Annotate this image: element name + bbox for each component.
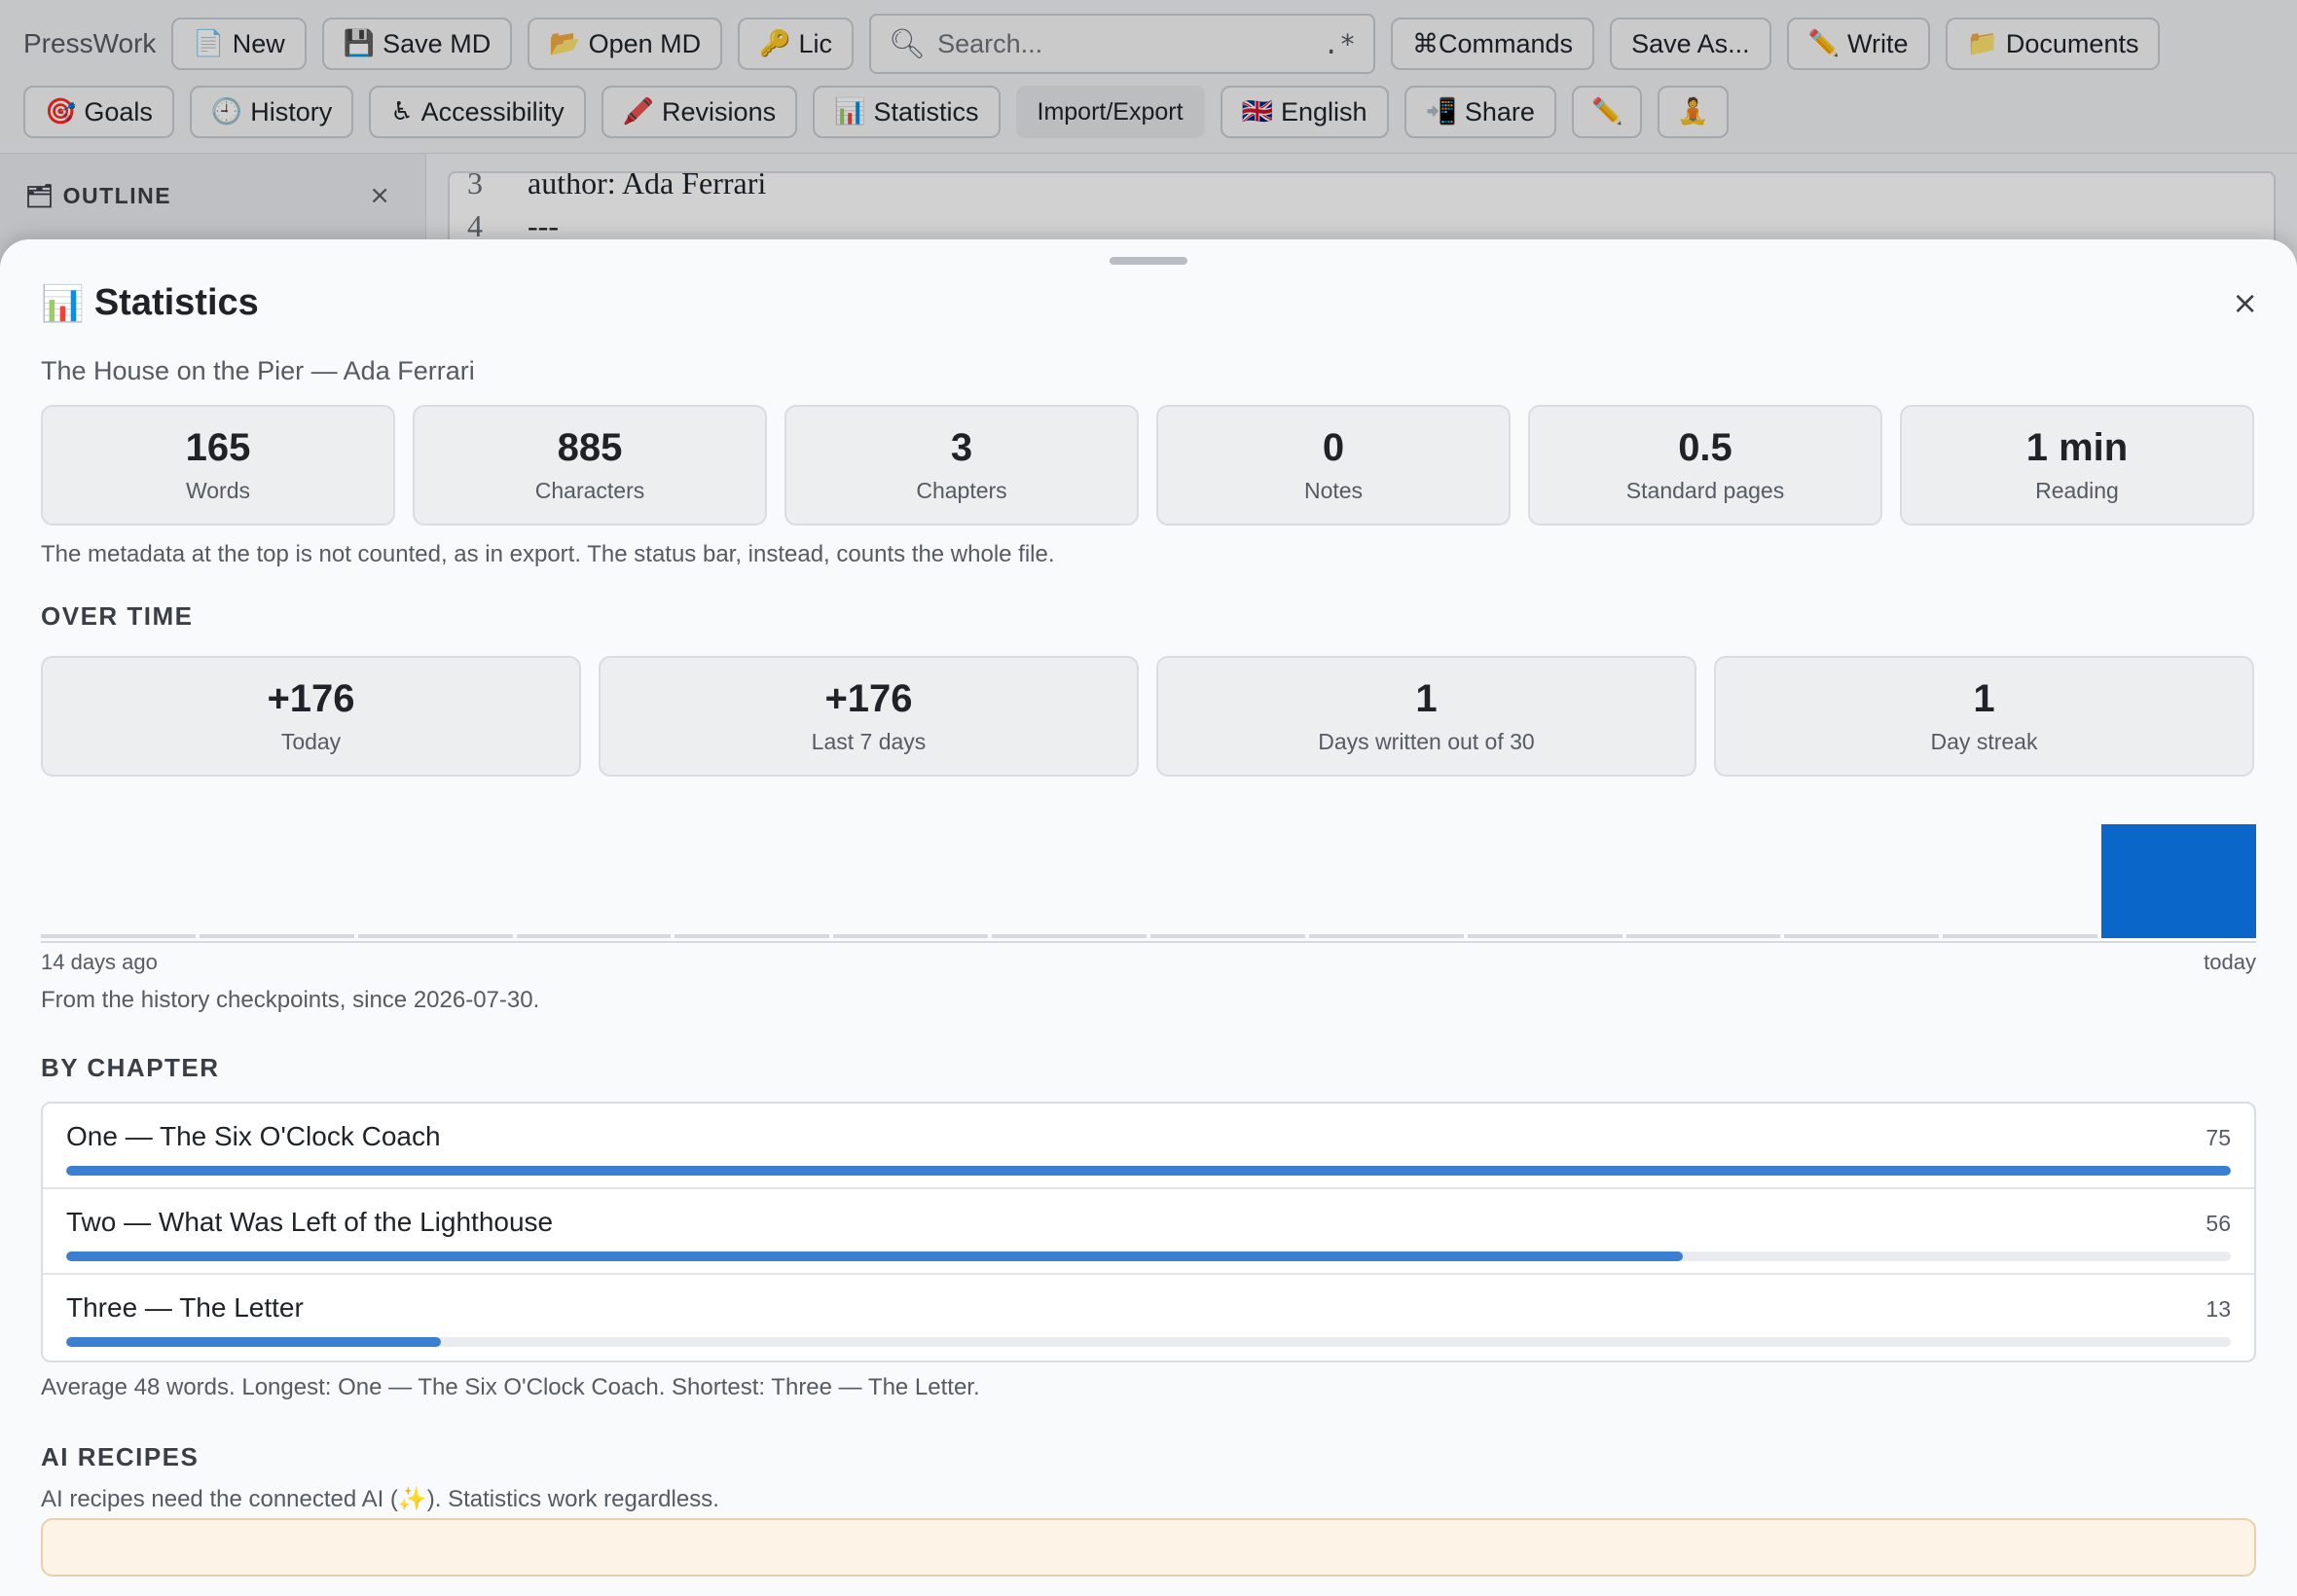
stat-value: 1 [1415, 677, 1438, 720]
chart-bar-empty [41, 934, 196, 938]
ai-recipes-note: AI recipes need the connected AI (✨). St… [41, 1486, 719, 1512]
sheet-title: 📊 Statistics [41, 282, 259, 324]
chapter-row[interactable]: Two — What Was Left of the Lighthouse 56 [43, 1189, 2254, 1275]
chapter-word-count: 13 [2206, 1296, 2231, 1322]
bar-chart-icon: 📊 [41, 283, 85, 324]
stat-value: 0.5 [1678, 426, 1732, 469]
stat-card: 0.5 Standard pages [1528, 405, 1882, 526]
stat-label: Reading [2035, 478, 2119, 503]
stat-value: 1 min [2025, 426, 2129, 469]
stat-card: 1 Day streak [1714, 656, 2254, 777]
chart-bar-empty [516, 934, 672, 938]
chapter-summary: Average 48 words. Longest: One — The Six… [41, 1374, 980, 1400]
chapter-name: Two — What Was Left of the Lighthouse [66, 1207, 554, 1237]
stat-value: +176 [824, 677, 913, 720]
chapter-bar-fill [66, 1251, 1683, 1261]
stat-value: 1 [1973, 677, 1995, 720]
stat-card: 3 Chapters [784, 405, 1139, 526]
stat-value: 3 [950, 426, 973, 469]
chapter-name: One — The Six O'Clock Coach [66, 1121, 441, 1151]
stat-value: +176 [267, 677, 355, 720]
stat-card: 165 Words [41, 405, 395, 526]
chart-bar-empty [1943, 934, 2098, 938]
over-time-cards: +176 Today +176 Last 7 days 1 Days written ou… [41, 656, 2254, 777]
chart-bar-empty [992, 934, 1147, 938]
over-time-heading-label: OVER TIME [41, 601, 194, 631]
chart-bar-empty [1150, 934, 1305, 938]
stat-label: Standard pages [1625, 478, 1785, 503]
chart-bar [2101, 824, 2256, 938]
chapter-bar-track [66, 1251, 2231, 1261]
statistics-sheet: 📊 Statistics × The House on the Pier — A… [0, 239, 2297, 1596]
stat-label: Today [280, 729, 342, 754]
document-subtitle: The House on the Pier — Ada Ferrari [41, 356, 475, 385]
chart-bar-empty [1467, 934, 1622, 938]
daily-words-chart [41, 798, 2256, 938]
chart-bar-empty [199, 934, 354, 938]
chapter-bar-fill [66, 1337, 442, 1347]
chapter-bar-track [66, 1337, 2231, 1347]
drag-handle[interactable] [1110, 257, 1187, 265]
chapter-word-count: 75 [2206, 1125, 2231, 1150]
stat-label: Characters [534, 478, 645, 503]
stat-card: +176 Last 7 days [599, 656, 1139, 777]
chart-bar-empty [357, 934, 513, 938]
chapter-bar-fill [66, 1166, 2231, 1176]
chapter-name: Three — The Letter [66, 1292, 304, 1323]
chart-axis-end: today [2204, 950, 2256, 974]
stat-label: Day streak [1930, 729, 2038, 754]
ai-recipe-card[interactable] [41, 1518, 2256, 1577]
stat-value: 0 [1322, 426, 1345, 469]
stat-label: Words [185, 478, 251, 503]
history-note: From the history checkpoints, since 2026… [41, 987, 540, 1013]
ai-recipes-heading: AI RECIPES [41, 1442, 200, 1471]
chapter-row[interactable]: One — The Six O'Clock Coach 75 [43, 1104, 2254, 1189]
chapter-bar-track [66, 1166, 2231, 1176]
chart-bar-empty [1625, 934, 1781, 938]
stat-card: 885 Characters [413, 405, 767, 526]
chart-bar-empty [675, 934, 830, 938]
chapter-list: One — The Six O'Clock Coach 75 Two — What … [41, 1102, 2256, 1362]
chart-bar-empty [1784, 934, 1940, 938]
stat-label: Chapters [916, 478, 1007, 503]
chart-bar-empty [833, 934, 989, 938]
stat-card: 1 Days written out of 30 [1156, 656, 1696, 777]
chapter-row[interactable]: Three — The Letter 13 [43, 1275, 2254, 1360]
chart-baseline [41, 941, 2256, 943]
summary-cards: 165 Words 885 Characters 3 Chapters 0 Notes 0.5 S… [41, 405, 2254, 526]
chart-bar-empty [1308, 934, 1464, 938]
stat-card: +176 Today [41, 656, 581, 777]
stat-label: Notes [1303, 478, 1364, 503]
stat-label: Days written out of 30 [1318, 729, 1535, 754]
close-icon[interactable]: × [2232, 284, 2258, 321]
stat-value: 885 [557, 426, 623, 469]
stat-card: 0 Notes [1156, 405, 1511, 526]
sheet-title-text: Statistics [93, 282, 259, 323]
stat-label: Last 7 days [811, 729, 927, 754]
by-chapter-heading: BY CHAPTER [41, 1053, 220, 1082]
stat-card: 1 min Reading [1900, 405, 2254, 526]
metadata-note: The metadata at the top is not counted, … [41, 541, 1055, 567]
chapter-word-count: 56 [2206, 1211, 2231, 1236]
chart-axis-start: 14 days ago [41, 950, 158, 974]
stat-value: 165 [185, 426, 251, 469]
